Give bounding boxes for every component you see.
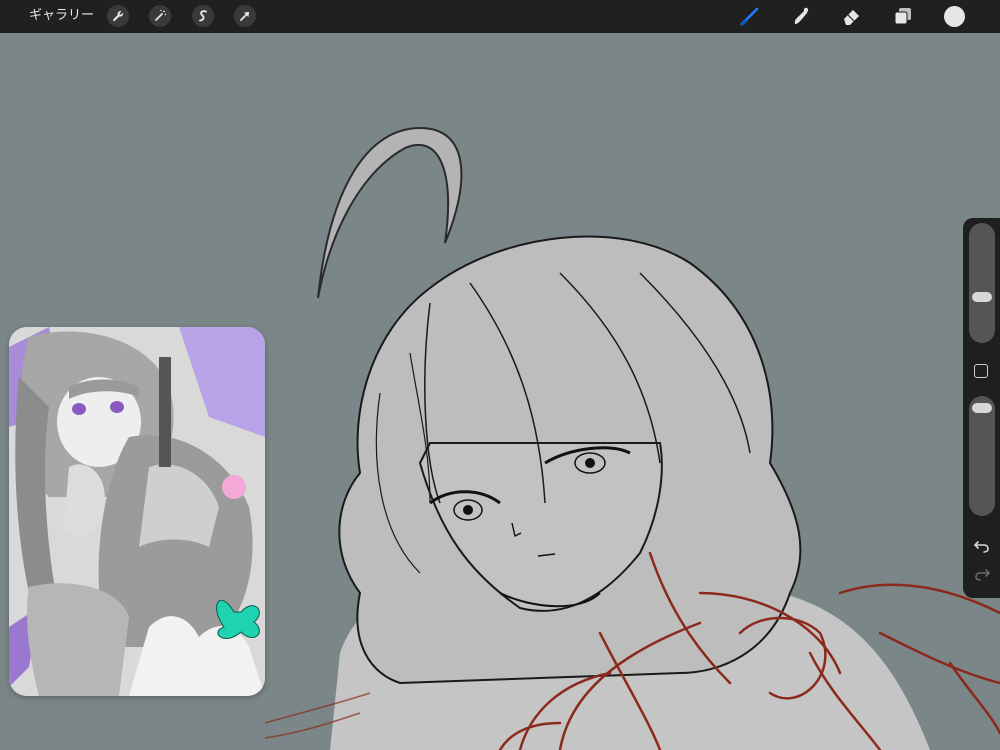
- selection-button[interactable]: [192, 5, 214, 27]
- actions-button[interactable]: [107, 5, 129, 27]
- layers-icon: [894, 8, 911, 25]
- opacity-slider[interactable]: [969, 396, 995, 516]
- side-toolbar: [963, 218, 1000, 598]
- arrow-cursor-icon: [240, 12, 249, 21]
- procreate-app: ギャラリー: [0, 0, 1000, 750]
- top-toolbar: ギャラリー: [0, 0, 1000, 33]
- magic-wand-icon: [155, 9, 167, 21]
- brush-size-slider[interactable]: [969, 223, 995, 343]
- reference-image[interactable]: [9, 327, 265, 696]
- redo-icon[interactable]: [972, 566, 992, 586]
- gallery-button[interactable]: ギャラリー: [29, 8, 94, 24]
- brush-button[interactable]: [737, 3, 763, 29]
- selection-s-icon: [199, 10, 207, 22]
- color-swatch[interactable]: [944, 6, 965, 27]
- adjustments-button[interactable]: [149, 5, 171, 27]
- smudge-button[interactable]: [788, 3, 814, 29]
- eraser-button[interactable]: [839, 3, 865, 29]
- layers-button[interactable]: [890, 3, 916, 29]
- reference-illustration: [9, 327, 265, 696]
- modify-square-icon[interactable]: [974, 364, 988, 378]
- transform-button[interactable]: [234, 5, 256, 27]
- undo-icon[interactable]: [972, 536, 992, 556]
- eraser-icon: [844, 10, 859, 25]
- opacity-knob[interactable]: [972, 403, 992, 413]
- brush-size-knob[interactable]: [972, 292, 992, 302]
- smudge-icon: [794, 7, 809, 24]
- brush-icon: [740, 7, 759, 26]
- wrench-icon: [113, 11, 124, 22]
